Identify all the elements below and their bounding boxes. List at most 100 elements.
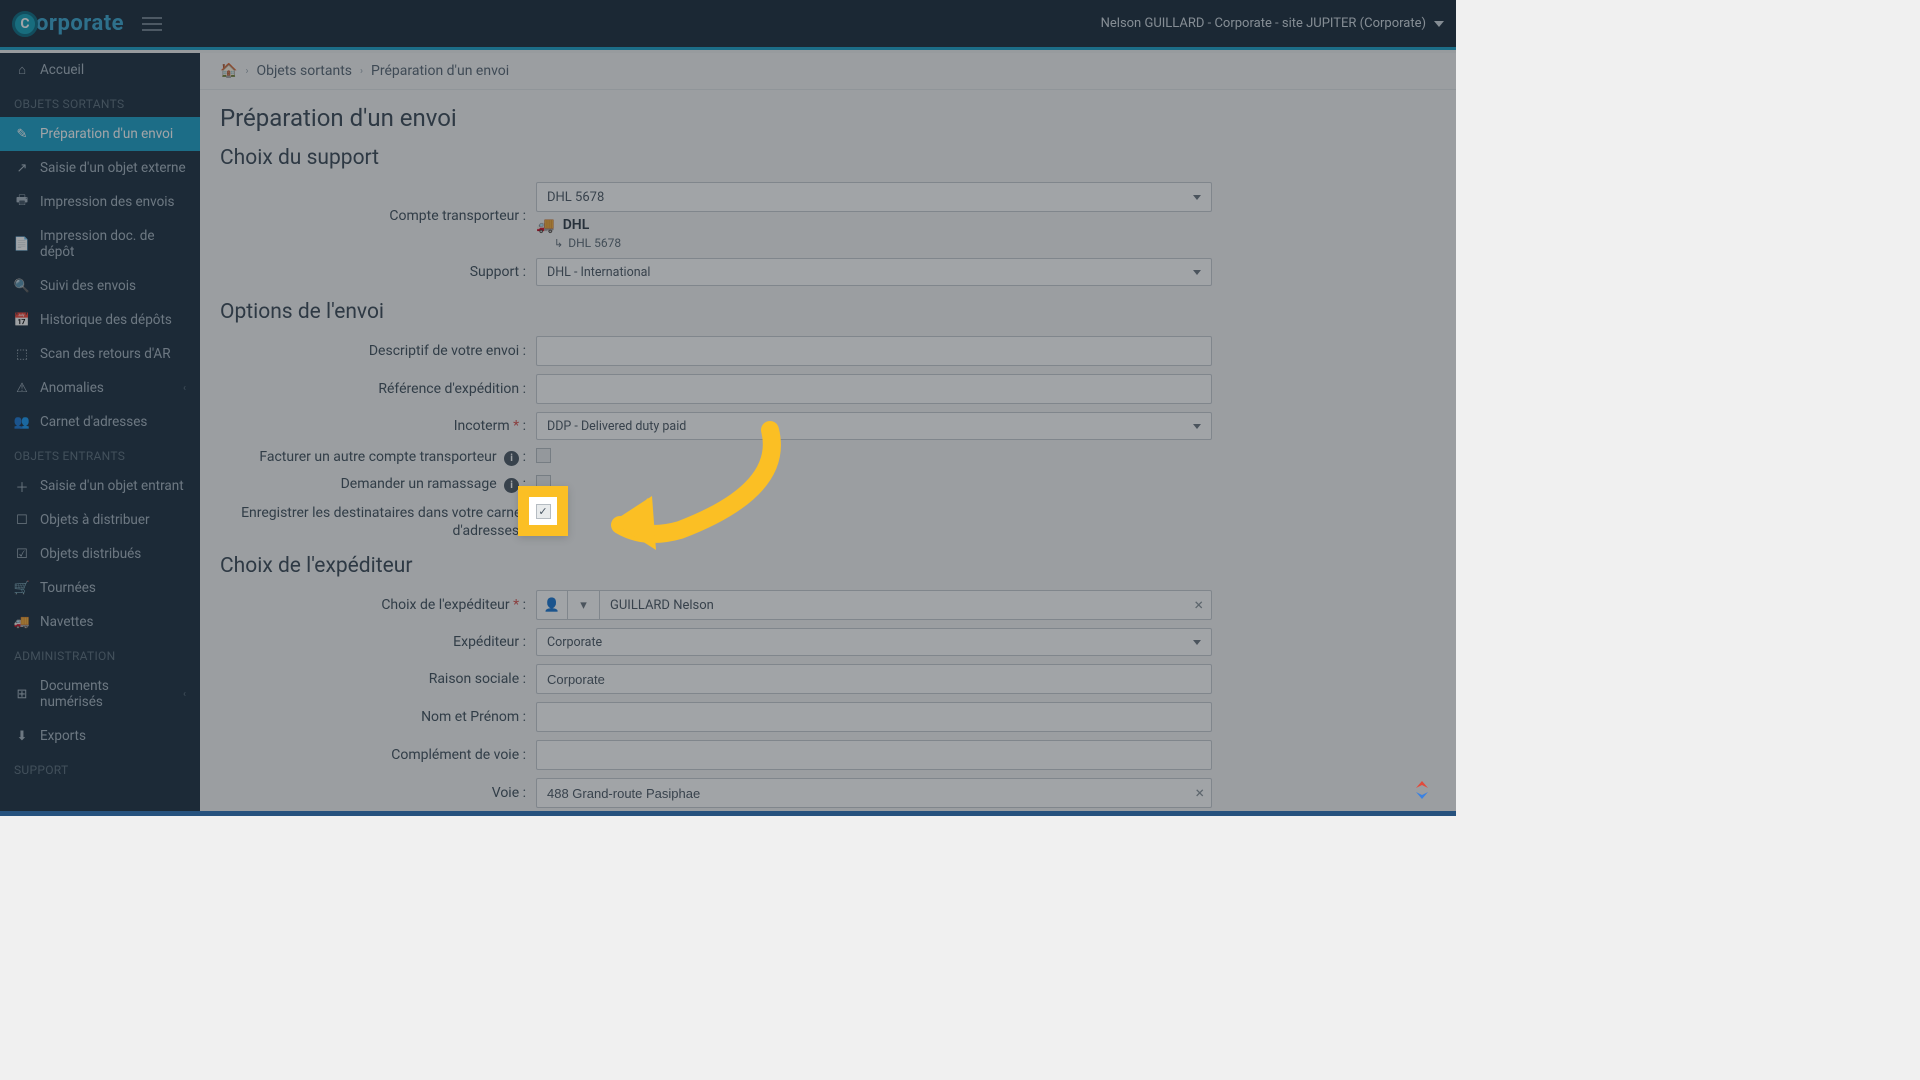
- select-support[interactable]: DHL - International: [536, 258, 1212, 286]
- carrier-name: DHL: [563, 217, 590, 233]
- chevron-left-icon: ‹: [183, 689, 186, 700]
- clear-icon[interactable]: ×: [1194, 597, 1203, 613]
- select-compte-transporteur[interactable]: DHL 5678: [536, 182, 1212, 212]
- label-complement: Complément de voie :: [220, 746, 536, 764]
- label-descriptif: Descriptif de votre envoi :: [220, 342, 536, 360]
- sidebar-item-anomalies[interactable]: ⚠ Anomalies ‹: [0, 371, 200, 405]
- sidebar-item-documents[interactable]: ⊞Documents numérisés‹: [0, 669, 200, 719]
- sidebar-item-label: Tournées: [40, 580, 96, 596]
- sidebar-item-preparation[interactable]: ✎ Préparation d'un envoi: [0, 117, 200, 151]
- bottom-accent-bar: [0, 811, 1456, 816]
- breadcrumb-separator: ›: [245, 66, 248, 77]
- main-content: 🏠 › Objets sortants › Préparation d'un e…: [200, 53, 1456, 816]
- breadcrumb-separator: ›: [360, 66, 363, 77]
- nav-icon: 🖶: [14, 194, 30, 210]
- sidebar-item-a-distribuer[interactable]: ☐ Objets à distribuer: [0, 503, 200, 537]
- sidebar-item-label: Préparation d'un envoi: [40, 126, 173, 142]
- sidebar-item-label: Saisie d'un objet entrant: [40, 478, 184, 494]
- nav-icon: ⚠: [14, 380, 30, 396]
- sidebar: ⌂ Accueil OBJETS SORTANTS ✎ Préparation d…: [0, 53, 200, 816]
- sidebar-item-label: Scan des retours d'AR: [40, 346, 171, 362]
- input-nom-prenom[interactable]: [536, 702, 1212, 732]
- select-value: DHL - International: [547, 265, 650, 280]
- user-menu[interactable]: Nelson GUILLARD - Corporate - site JUPIT…: [1101, 16, 1444, 31]
- sidebar-item-label: Historique des dépôts: [40, 312, 172, 328]
- chevron-down-icon: [1193, 640, 1201, 645]
- sidebar-item-impression-depot[interactable]: 📄Impression doc. de dépôt: [0, 219, 200, 269]
- label-raison: Raison sociale :: [220, 670, 536, 688]
- label-support: Support :: [220, 263, 536, 281]
- sidebar-item-label: Saisie d'un objet externe: [40, 160, 186, 176]
- menu-toggle-icon[interactable]: [142, 17, 162, 31]
- exped-value: GUILLARD Nelson: [610, 598, 714, 613]
- label-incoterm: Incoterm * :: [220, 417, 536, 435]
- chevron-down-icon: [1193, 270, 1201, 275]
- label-choix-exped: Choix de l'expéditeur * :: [220, 596, 536, 614]
- sidebar-item-suivi[interactable]: 🔍Suivi des envois: [0, 269, 200, 303]
- select-expediteur[interactable]: Corporate: [536, 628, 1212, 656]
- checkbox-facturer[interactable]: [536, 448, 551, 463]
- sidebar-item-label: Objets à distribuer: [40, 512, 150, 528]
- sidebar-section-outgoing: OBJETS SORTANTS: [0, 87, 200, 117]
- sidebar-item-exports[interactable]: ⬇ Exports: [0, 719, 200, 753]
- sidebar-item-tournees[interactable]: 🛒Tournées: [0, 571, 200, 605]
- sidebar-item-label: Exports: [40, 728, 86, 744]
- sidebar-item-label: Navettes: [40, 614, 93, 630]
- chevron-down-icon: [1434, 21, 1444, 27]
- input-choix-exped[interactable]: GUILLARD Nelson ×: [600, 590, 1212, 620]
- label-compte-transporteur: Compte transporteur :: [220, 207, 536, 225]
- sidebar-item-carnet[interactable]: 👥Carnet d'adresses: [0, 405, 200, 439]
- sidebar-item-label: Anomalies: [40, 380, 104, 396]
- input-reference[interactable]: [536, 374, 1212, 404]
- brand-logo[interactable]: C orporate: [12, 11, 124, 37]
- label-enregistrer: Enregistrer les destinataires dans votre…: [220, 502, 536, 540]
- nav-icon: 📄: [14, 236, 30, 252]
- nav-icon: ✎: [14, 126, 30, 142]
- input-raison[interactable]: [536, 664, 1212, 694]
- sidebar-item-distribues[interactable]: ☑Objets distribués: [0, 537, 200, 571]
- brand-text: orporate: [36, 11, 124, 36]
- checkbox-enregistrer-highlighted[interactable]: [536, 504, 551, 519]
- label-voie: Voie :: [220, 784, 536, 802]
- input-voie[interactable]: [536, 778, 1212, 808]
- sidebar-item-accueil[interactable]: ⌂ Accueil: [0, 53, 200, 87]
- select-incoterm[interactable]: DDP - Delivered duty paid: [536, 412, 1212, 440]
- sidebar-item-saisie-externe[interactable]: ↗Saisie d'un objet externe: [0, 151, 200, 185]
- exped-user-button[interactable]: 👤: [536, 590, 568, 620]
- info-icon[interactable]: i: [504, 451, 519, 466]
- nav-icon: ☐: [14, 512, 30, 528]
- clear-icon[interactable]: ×: [1195, 785, 1204, 801]
- sidebar-item-label: Impression des envois: [40, 194, 175, 210]
- label-ramassage: Demander un ramassage i :: [220, 475, 536, 493]
- sidebar-item-saisie-entrant[interactable]: ＋Saisie d'un objet entrant: [0, 469, 200, 503]
- exped-dropdown-button[interactable]: ▾: [568, 590, 600, 620]
- chevron-down-icon: ▾: [580, 598, 587, 613]
- nav-icon: 🔍: [14, 278, 30, 294]
- label-facturer: Facturer un autre compte transporteur i …: [220, 448, 536, 466]
- nav-icon: 🚚: [14, 614, 30, 630]
- chevron-left-icon: ‹: [183, 383, 186, 394]
- label-expediteur: Expéditeur :: [220, 633, 536, 651]
- sidebar-item-historique[interactable]: 📅Historique des dépôts: [0, 303, 200, 337]
- carrier-sub-label: DHL 5678: [568, 236, 621, 250]
- section-options-title: Options de l'envoi: [220, 300, 1436, 324]
- info-icon[interactable]: i: [504, 478, 519, 493]
- breadcrumb-level1[interactable]: Objets sortants: [256, 63, 352, 79]
- sidebar-item-impression-envois[interactable]: 🖶 Impression des envois: [0, 185, 200, 219]
- input-complement[interactable]: [536, 740, 1212, 770]
- breadcrumb: 🏠 › Objets sortants › Préparation d'un e…: [200, 53, 1456, 90]
- help-widget-icon[interactable]: [1410, 778, 1434, 802]
- page-title: Préparation d'un envoi: [220, 104, 1436, 132]
- sidebar-item-label: Objets distribués: [40, 546, 141, 562]
- callout-highlight-box: [518, 486, 568, 536]
- sidebar-section-incoming: OBJETS ENTRANTS: [0, 439, 200, 469]
- sidebar-item-navettes[interactable]: 🚚 Navettes: [0, 605, 200, 639]
- input-descriptif[interactable]: [536, 336, 1212, 366]
- select-value: Corporate: [547, 635, 602, 650]
- truck-icon: 🚚: [536, 216, 555, 234]
- home-icon[interactable]: 🏠: [220, 63, 237, 79]
- nav-icon: ⬇: [14, 728, 30, 744]
- user-icon: 👤: [544, 598, 560, 613]
- sidebar-item-scan-ar[interactable]: ⬚Scan des retours d'AR: [0, 337, 200, 371]
- select-value: DDP - Delivered duty paid: [547, 419, 686, 434]
